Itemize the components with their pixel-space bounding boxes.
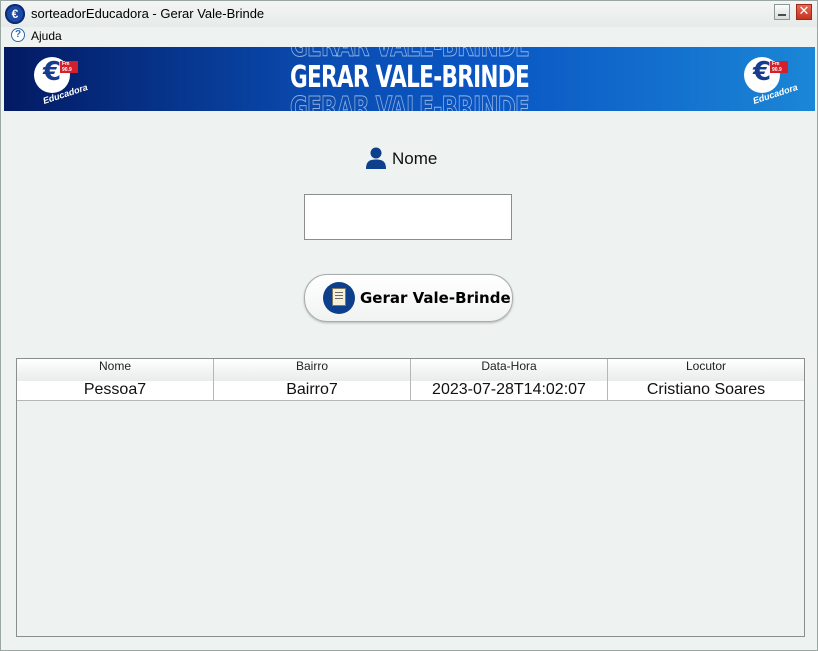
logo-fm-badge: Fm 90.9 xyxy=(60,61,78,73)
minimize-button[interactable] xyxy=(774,4,790,20)
title-bar[interactable]: € sorteadorEducadora - Gerar Vale-Brinde… xyxy=(1,1,817,27)
cell-bairro[interactable]: Bairro7 xyxy=(214,381,411,400)
name-input[interactable] xyxy=(304,194,512,240)
user-icon xyxy=(366,147,386,169)
close-icon: ✕ xyxy=(798,4,810,19)
cell-nome[interactable]: Pessoa7 xyxy=(17,381,214,400)
name-label: Nome xyxy=(392,149,438,168)
help-icon: ? xyxy=(11,28,25,42)
table-row[interactable]: Pessoa7 Bairro7 2023-07-28T14:02:07 Cris… xyxy=(17,381,804,401)
close-button[interactable]: ✕ xyxy=(796,4,812,20)
voucher-table[interactable]: Nome Bairro Data-Hora Locutor Pessoa7 Ba… xyxy=(16,358,805,637)
window-title: sorteadorEducadora - Gerar Vale-Brinde xyxy=(31,6,265,21)
column-header-nome[interactable]: Nome xyxy=(17,359,214,381)
generate-voucher-button[interactable]: Gerar Vale-Brinde xyxy=(304,274,513,322)
menu-ajuda[interactable]: Ajuda xyxy=(31,29,62,43)
logo-fm-badge: Fm 90.9 xyxy=(770,61,788,73)
header-banner: GERAR VALE-BRINDE GERAR VALE-BRINDE GERA… xyxy=(4,47,815,111)
table-header: Nome Bairro Data-Hora Locutor xyxy=(17,359,804,382)
educadora-logo-left: Fm 90.9 Educadora xyxy=(32,57,89,106)
banner-title-echo-bottom: GERAR VALE-BRINDE xyxy=(289,91,531,112)
cell-locutor[interactable]: Cristiano Soares xyxy=(608,381,804,400)
app-window: € sorteadorEducadora - Gerar Vale-Brinde… xyxy=(0,0,818,651)
column-header-data-hora[interactable]: Data-Hora xyxy=(411,359,608,381)
column-header-locutor[interactable]: Locutor xyxy=(608,359,804,381)
banner-title: GERAR VALE-BRINDE xyxy=(289,60,530,95)
app-logo-icon: € xyxy=(5,4,25,24)
column-header-bairro[interactable]: Bairro xyxy=(214,359,411,381)
educadora-logo-right: Fm 90.9 Educadora xyxy=(742,57,799,106)
cell-data-hora[interactable]: 2023-07-28T14:02:07 xyxy=(411,381,608,400)
menu-bar: ? Ajuda xyxy=(1,27,817,47)
notepad-icon xyxy=(323,282,355,314)
generate-voucher-label: Gerar Vale-Brinde xyxy=(360,289,511,307)
